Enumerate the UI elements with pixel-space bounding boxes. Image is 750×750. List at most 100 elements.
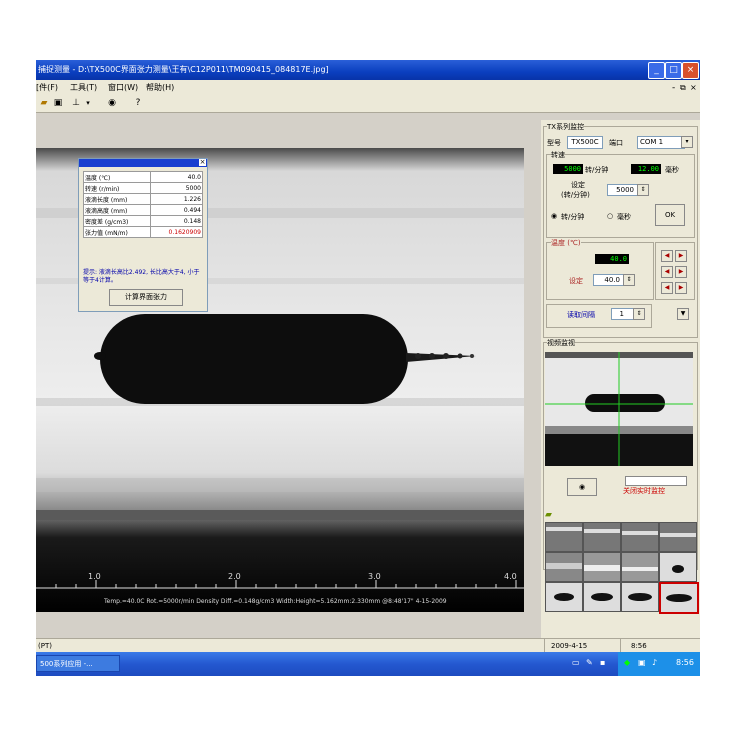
relay3-left-button[interactable]: ◀ [661,282,673,294]
axis-tick-4: 4.0 [504,572,517,581]
mdi-restore-icon[interactable]: ⧉ [680,80,686,96]
thumbnail-selected[interactable] [659,582,699,614]
video-camera-button[interactable]: ◉ [567,478,597,496]
speed-group-label: 转速 [551,150,565,160]
relay2-right-button[interactable]: ▶ [675,266,687,278]
row-value: 0.148 [150,215,203,227]
axis-tick-2: 2.0 [228,572,241,581]
panel-scroll-icon[interactable]: ▼ [677,308,689,320]
thumbnail[interactable] [583,522,621,552]
ok-button[interactable]: OK [655,204,685,226]
menu-tools[interactable]: 工具(T) [70,80,97,96]
video-progress-bar [625,476,687,486]
minimize-button[interactable]: _ [648,62,665,79]
row-value: 0.1620909 [150,226,203,238]
thumbnail[interactable] [659,552,697,582]
relay1-left-button[interactable]: ◀ [661,250,673,262]
thumbnail[interactable] [545,552,583,582]
open-folder-icon[interactable]: ▰ [38,98,50,109]
temperature-lcd: 40.0 [595,254,629,264]
radio-ms-label[interactable]: 毫秒 [617,212,631,222]
save-icon[interactable]: ▣ [52,98,64,109]
status-bar: (PT) 2009-4-15 8:56 [36,638,700,653]
ruler-icon[interactable]: ⊥ [70,98,82,109]
relay2-left-button[interactable]: ◀ [661,266,673,278]
results-close-icon[interactable]: × [199,159,206,166]
taskbar-app-button[interactable]: 500系列应用 -... [36,655,120,672]
table-row: 张力值 (mN/m) 0.1620909 [82,226,203,238]
table-row: 密度差 (g/cm3) 0.148 [82,215,203,227]
status-date: 2009-4-15 [544,639,621,653]
mdi-close-icon[interactable]: × [690,80,697,96]
results-note: 提示: 液滴长高比2.492, 长比高大于4, 小于等于4计算。 [83,269,200,284]
status-left: (PT) [38,642,52,650]
radio-ms-icon[interactable]: ○ [607,212,613,220]
interval-input[interactable]: 1 [611,308,635,320]
maximize-button[interactable]: □ [665,62,682,79]
video-monitor[interactable] [545,352,693,466]
tray-network-icon[interactable]: ▭ [572,658,580,667]
relay1-right-button[interactable]: ▶ [675,250,687,262]
table-row: 转速 (r/min) 5000 [82,182,203,194]
results-caption[interactable] [79,159,207,167]
temperature-group-label: 温度 (℃) [551,238,581,248]
thumbnail[interactable] [621,582,659,612]
row-label: 张力值 (mN/m) [82,226,152,238]
thumbnail[interactable] [621,522,659,552]
speed-unit: 转/分钟 [585,166,609,174]
tray-clock: 8:56 [676,658,694,667]
folder-icon[interactable]: ▰ [545,510,552,520]
model-value[interactable]: TX500C [567,136,603,149]
menu-help[interactable]: 帮助(H) [146,80,174,96]
thumbnail[interactable] [545,522,583,552]
interval-label: 读取间隔 [567,311,595,319]
set-label: 设定 [571,181,585,189]
tray-pen-icon[interactable]: ✎ [586,658,593,667]
menu-window[interactable]: 窗口(W) [108,80,138,96]
row-label: 温度 (℃) [82,171,152,183]
tray-keyboard-icon[interactable]: ▪ [600,658,605,667]
system-tray: ◆ ▣ ♪ 8:56 [618,652,700,676]
calculate-tension-button[interactable]: 计算界面张力 [109,289,183,306]
thumbnail[interactable] [545,582,583,612]
temperature-spin-icon[interactable]: ⇕ [623,274,635,286]
table-row: 液滴长度 (mm) 1.226 [82,193,203,205]
radio-rpm-label[interactable]: 转/分钟 [561,212,584,222]
results-panel[interactable]: × 温度 (℃) 40.0 转速 (r/min) 5000 液滴长度 (mm) 1.2… [78,158,208,312]
close-live-monitor-link[interactable]: 关闭实时监控 [623,486,665,496]
title-bar: 捕捉测量 - D:\TX500C界面张力测量\王有\C12P011\TM0904… [36,60,700,80]
radio-rpm-icon[interactable]: ◉ [551,212,557,220]
axis-tick-3: 3.0 [368,572,381,581]
speed-spin-icon[interactable]: ⇕ [637,184,649,196]
tray-shield-icon[interactable]: ◆ [624,658,630,667]
row-value: 1.226 [150,193,203,205]
menu-file[interactable]: [件(F) [36,80,58,96]
thumbnail[interactable] [583,582,621,612]
app-window: 捕捉测量 - D:\TX500C界面张力测量\王有\C12P011\TM0904… [36,60,700,676]
toolbar: ▰ ▣ ⊥ ▾ ◉ ? [36,96,700,113]
camera-icon[interactable]: ◉ [106,98,118,109]
interval-spin-icon[interactable]: ⇕ [633,308,645,320]
thumbnail[interactable] [583,552,621,582]
results-table: 温度 (℃) 40.0 转速 (r/min) 5000 液滴长度 (mm) 1.226… [82,171,203,238]
thumbnail[interactable] [621,552,659,582]
dropdown-arrow-icon[interactable]: ▾ [82,98,94,109]
temperature-group [546,242,654,300]
period-unit: 毫秒 [665,166,679,174]
row-label: 液滴长度 (mm) [82,193,152,205]
tray-monitor-icon[interactable]: ▣ [638,658,646,667]
port-dropdown-icon[interactable]: ▾ [681,136,693,148]
status-time: 8:56 [620,639,681,653]
drop-shape [100,314,408,404]
port-select[interactable]: COM 1 [637,136,685,149]
close-button[interactable]: × [682,62,699,79]
help-icon[interactable]: ? [132,98,144,109]
menu-bar: [件(F) 工具(T) 窗口(W) 帮助(H) - ⧉ × [36,80,700,96]
relay3-right-button[interactable]: ▶ [675,282,687,294]
thumbnail[interactable] [659,522,697,552]
tray-volume-icon[interactable]: ♪ [652,658,657,667]
mdi-minimize-icon[interactable]: - [672,80,675,96]
table-row: 液滴高度 (mm) 0.494 [82,204,203,216]
monitor-group-title: TX系列监控 [547,122,585,132]
row-label: 液滴高度 (mm) [82,204,152,216]
